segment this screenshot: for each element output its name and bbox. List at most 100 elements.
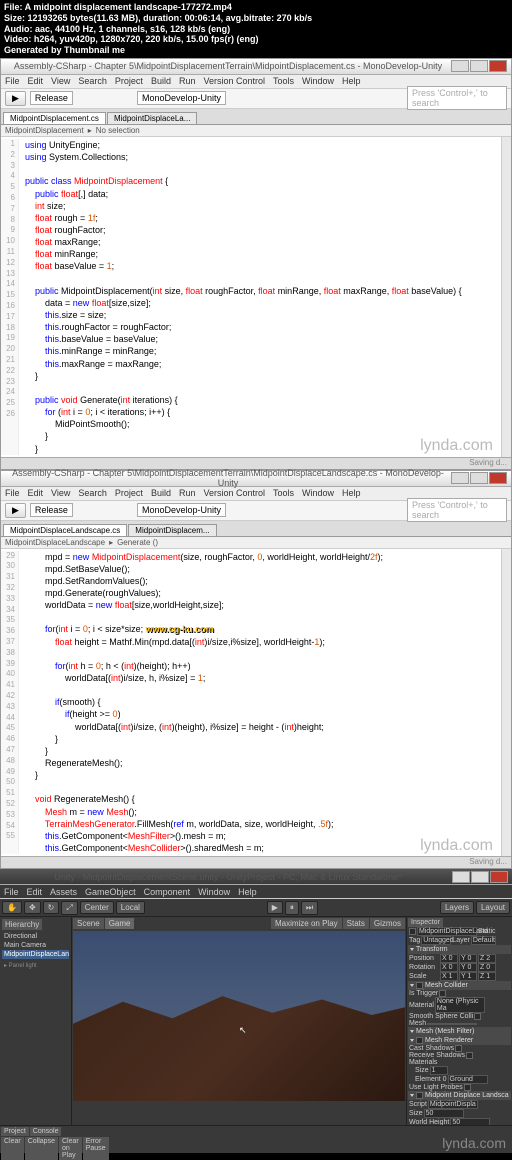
menu-tools[interactable]: Tools	[273, 76, 294, 86]
scale-tool[interactable]: ⤢	[61, 901, 77, 915]
search-input[interactable]: Press 'Control+,' to search	[407, 498, 507, 522]
center-toggle[interactable]: Center	[80, 901, 114, 914]
active-checkbox[interactable]	[409, 928, 416, 935]
layers-dropdown[interactable]: Layers	[440, 901, 474, 914]
menu-build[interactable]: Build	[151, 76, 171, 86]
run-button[interactable]: ▶	[5, 503, 26, 518]
platform-dropdown[interactable]: MonoDevelop-Unity	[137, 503, 226, 517]
rot-y[interactable]: Y 0	[459, 963, 477, 972]
size-field[interactable]: 50	[424, 1109, 464, 1118]
step-button[interactable]: ⏭	[301, 901, 318, 915]
tab-active[interactable]: MidpointDisplaceLandscape.cs	[3, 524, 127, 536]
config-dropdown[interactable]: Release	[30, 503, 73, 517]
tab-inactive[interactable]: MidpointDisplaceLa...	[107, 112, 197, 124]
dock-right[interactable]	[501, 549, 511, 857]
unity-window: Unity - MidpointDisplacementScene.unity …	[0, 869, 512, 1153]
close-button[interactable]	[489, 60, 507, 72]
hierarchy-item[interactable]: Main Camera	[2, 941, 69, 950]
script-field[interactable]: MidpointDispla	[428, 1100, 478, 1109]
dock-right[interactable]	[501, 137, 511, 457]
scene-tab[interactable]: Scene	[73, 918, 104, 929]
run-button[interactable]: ▶	[5, 91, 26, 106]
titlebar-2[interactable]: Assembly-CSharp - Chapter 5\MidpointDisp…	[1, 471, 511, 487]
titlebar-1[interactable]: Assembly-CSharp - Chapter 5\MidpointDisp…	[1, 59, 511, 75]
project-tab[interactable]: Project	[1, 1127, 29, 1136]
unity-titlebar[interactable]: Unity - MidpointDisplacementScene.unity …	[0, 869, 512, 885]
maximize-button[interactable]	[470, 472, 488, 484]
gizmos-toggle[interactable]: Gizmos	[370, 918, 405, 929]
renderer-header[interactable]: Mesh Renderer	[408, 1036, 511, 1045]
collider-header[interactable]: Mesh Collider	[408, 981, 511, 990]
statusbar-1: Saving d...	[1, 457, 511, 469]
inspector-tab[interactable]: Inspector	[408, 918, 443, 927]
tab-active[interactable]: MidpointDisplacement.cs	[3, 112, 106, 124]
breadcrumb-1[interactable]: MidpointDisplacement▸No selection	[1, 125, 511, 137]
play-button[interactable]: ▶	[267, 901, 283, 914]
game-tab[interactable]: Game	[105, 918, 135, 929]
move-tool[interactable]: ✥	[24, 901, 41, 914]
code-editor-2[interactable]: 2930313233343536373839404142434445464748…	[1, 549, 501, 857]
hierarchy-tab[interactable]: Hierarchy	[2, 919, 42, 930]
layout-dropdown[interactable]: Layout	[476, 901, 510, 914]
pos-y[interactable]: Y 0	[459, 954, 477, 963]
maximize-button[interactable]	[470, 60, 488, 72]
pause-button[interactable]: ⏸	[285, 901, 299, 915]
hand-tool[interactable]: ✋	[2, 901, 22, 914]
minimize-button[interactable]	[451, 472, 469, 484]
breadcrumb-2[interactable]: MidpointDisplaceLandscape▸Generate ()	[1, 537, 511, 549]
rot-z[interactable]: Z 0	[478, 963, 496, 972]
pos-z[interactable]: Z 2	[478, 954, 496, 963]
errorpause-button[interactable]: Error Pause	[83, 1137, 109, 1160]
rot-x[interactable]: X 0	[440, 963, 458, 972]
mat-element[interactable]: Ground	[448, 1075, 488, 1084]
menu-view[interactable]: View	[51, 76, 70, 86]
scale-y[interactable]: Y 1	[459, 972, 477, 981]
minimize-button[interactable]	[451, 60, 469, 72]
tag-dropdown[interactable]: Untagged	[421, 936, 451, 945]
menu-vc[interactable]: Version Control	[203, 76, 265, 86]
script-header[interactable]: Midpoint Displace Landsca	[408, 1091, 511, 1100]
pos-x[interactable]: X 0	[440, 954, 458, 963]
material-field[interactable]: None (Physic Ma	[435, 997, 485, 1013]
mat-size[interactable]: 1	[430, 1066, 448, 1075]
collapse-button[interactable]: Collapse	[25, 1137, 58, 1160]
mesh-field[interactable]	[427, 1023, 477, 1025]
hierarchy-item-selected[interactable]: MidpointDisplaceLand	[2, 950, 69, 959]
hierarchy-item[interactable]: Directional	[2, 932, 69, 941]
platform-dropdown[interactable]: MonoDevelop-Unity	[137, 91, 226, 105]
clear-button[interactable]: Clear	[1, 1137, 24, 1160]
code-editor-1[interactable]: 1234567891011121314151617181920212223242…	[1, 137, 501, 457]
local-toggle[interactable]: Local	[116, 901, 145, 914]
config-dropdown[interactable]: Release	[30, 91, 73, 105]
maximize-button[interactable]	[471, 871, 489, 883]
game-viewport[interactable]: ↖	[73, 931, 405, 1101]
console-tab[interactable]: Console	[30, 1127, 62, 1136]
meshfilter-header[interactable]: Mesh (Mesh Filter)	[408, 1027, 511, 1036]
menu-search[interactable]: Search	[78, 76, 107, 86]
lynda-watermark: lynda.com	[420, 835, 493, 857]
menu-file[interactable]: File	[5, 76, 20, 86]
maximize-toggle[interactable]: Maximize on Play	[271, 918, 342, 929]
menu-run[interactable]: Run	[179, 76, 196, 86]
trigger-checkbox[interactable]	[439, 990, 446, 997]
layer-dropdown[interactable]: Default	[471, 936, 496, 945]
tab-inactive[interactable]: MidpointDisplacem...	[128, 524, 216, 536]
menu-window[interactable]: Window	[302, 76, 334, 86]
menu-help[interactable]: Help	[342, 76, 361, 86]
scale-z[interactable]: Z 1	[478, 972, 496, 981]
menu-edit[interactable]: Edit	[28, 76, 44, 86]
close-button[interactable]	[490, 871, 508, 883]
transform-header[interactable]: Transform	[408, 945, 511, 954]
code-content-1[interactable]: using UnityEngine; using System.Collecti…	[19, 139, 501, 455]
menu-project[interactable]: Project	[115, 76, 143, 86]
rotate-tool[interactable]: ↻	[43, 901, 60, 914]
stats-toggle[interactable]: Stats	[343, 918, 369, 929]
scale-x[interactable]: X 1	[440, 972, 458, 981]
code-content-2[interactable]: mpd = new MidpointDisplacement(size, rou…	[19, 551, 501, 855]
clearplay-button[interactable]: Clear on Play	[59, 1137, 82, 1160]
search-input[interactable]: Press 'Control+,' to search	[407, 86, 507, 110]
close-button[interactable]	[489, 472, 507, 484]
worldheight-field[interactable]: 50	[450, 1118, 490, 1125]
project-panel: Project Console Clear Collapse Clear on …	[0, 1125, 512, 1153]
minimize-button[interactable]	[452, 871, 470, 883]
